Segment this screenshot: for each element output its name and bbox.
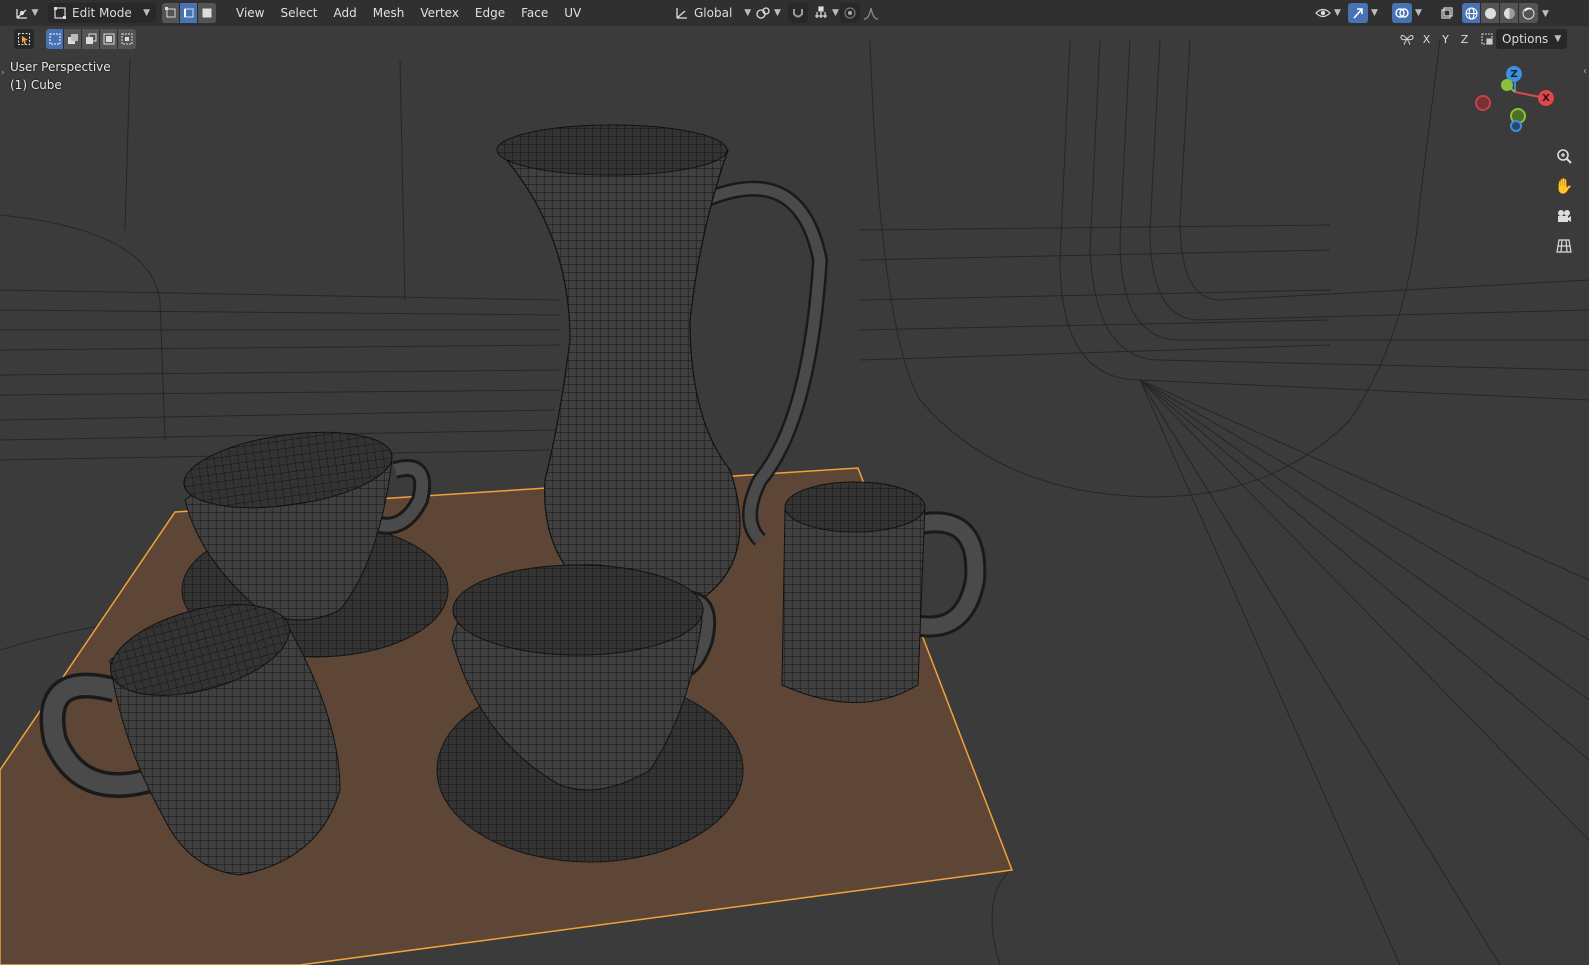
gizmo-y-axis[interactable]: [1501, 79, 1513, 91]
chevron-down-icon[interactable]: ▼: [1415, 8, 1422, 18]
chevron-down-icon: ▼: [31, 8, 39, 18]
options-dropdown[interactable]: Options ▼: [1496, 29, 1568, 49]
select-mode-group: [162, 3, 216, 23]
camera-icon[interactable]: [1551, 203, 1577, 229]
mug-right: [781, 481, 987, 703]
3d-viewport[interactable]: User Perspective (1) Cube › ‹ Z X ✋: [0, 0, 1589, 965]
chevron-down-icon: ▼: [744, 8, 752, 18]
sidebar-expand-arrow-icon[interactable]: ‹: [1583, 66, 1587, 77]
mirror-x-toggle[interactable]: X: [1418, 29, 1435, 49]
chevron-down-icon[interactable]: ▼: [1371, 8, 1378, 18]
menu-view[interactable]: View: [228, 3, 272, 23]
transform-orientation-selector[interactable]: Global ▼: [668, 3, 757, 23]
chevron-down-icon: ▼: [1554, 34, 1562, 44]
snap-target-selector[interactable]: ▼: [810, 3, 842, 23]
snap-magnet-icon: [793, 9, 803, 18]
falloff-selector[interactable]: [860, 3, 882, 23]
material-shading-icon[interactable]: [1500, 3, 1519, 23]
orientation-axes-icon: [676, 8, 687, 19]
selection-mode-group: [46, 29, 136, 49]
orientation-label: Global: [694, 6, 733, 20]
mode-label: Edit Mode: [72, 6, 132, 20]
viewport-scene: [0, 39, 1589, 965]
chevron-down-icon: ▼: [832, 8, 839, 18]
invert-selection-icon[interactable]: [100, 29, 118, 49]
toolbar-expand-arrow-icon[interactable]: ›: [1, 68, 5, 78]
xray-icon[interactable]: [1437, 3, 1457, 23]
gizmo-x-axis[interactable]: X: [1538, 90, 1554, 106]
shading-mode-group: [1462, 3, 1538, 23]
grid-ortho-icon[interactable]: [1551, 233, 1577, 259]
editor-type-selector[interactable]: ▼: [10, 3, 42, 23]
active-object-label: (1) Cube: [10, 78, 62, 92]
mode-selector[interactable]: Edit Mode ▼: [48, 3, 156, 23]
tool-settings-row: X Y Z Options ▼: [0, 26, 1589, 52]
gizmo-neg-z-axis[interactable]: [1510, 120, 1522, 132]
rendered-shading-icon[interactable]: [1519, 3, 1538, 23]
edit-mode-icon: [54, 7, 66, 19]
overlay-toggle-group: ▼: [1392, 3, 1422, 23]
proportional-edit-icon: [844, 7, 856, 19]
edge-select-icon[interactable]: [180, 3, 198, 23]
wireframe-shading-icon[interactable]: [1462, 3, 1481, 23]
gizmo-toggle-group: ▼: [1348, 3, 1378, 23]
select-box-icon[interactable]: [14, 29, 34, 49]
mirror-y-toggle[interactable]: Y: [1437, 29, 1454, 49]
intersect-selection-icon[interactable]: [118, 29, 136, 49]
3d-viewport-icon: [15, 9, 27, 19]
header-menu: View Select Add Mesh Vertex Edge Face UV: [228, 3, 589, 23]
options-label: Options: [1502, 32, 1549, 46]
menu-select[interactable]: Select: [272, 3, 325, 23]
viewport-header: ▼ Edit Mode ▼ View Select Add Mesh Verte…: [0, 0, 1589, 26]
topology-mirror-icon[interactable]: [1477, 29, 1497, 49]
pan-hand-icon[interactable]: ✋: [1551, 173, 1577, 199]
falloff-curve-icon: [863, 7, 879, 20]
mirror-axes-group: X Y Z: [1398, 29, 1497, 49]
vertex-select-icon[interactable]: [162, 3, 180, 23]
snap-toggle[interactable]: [788, 3, 808, 23]
view-name-label: User Perspective: [10, 60, 111, 74]
solid-shading-icon[interactable]: [1481, 3, 1500, 23]
extend-selection-icon[interactable]: [64, 29, 82, 49]
pivot-point-selector[interactable]: ▼: [752, 3, 784, 23]
zoom-icon[interactable]: [1551, 143, 1577, 169]
chevron-down-icon: ▼: [143, 8, 150, 18]
mirror-butterfly-icon: [1398, 29, 1416, 49]
mirror-z-toggle[interactable]: Z: [1456, 29, 1473, 49]
shading-options-chevron-icon[interactable]: ▼: [1542, 9, 1549, 19]
menu-mesh[interactable]: Mesh: [365, 3, 413, 23]
menu-face[interactable]: Face: [513, 3, 556, 23]
gizmo-arrow-icon[interactable]: [1348, 3, 1368, 23]
menu-uv[interactable]: UV: [556, 3, 589, 23]
menu-edge[interactable]: Edge: [467, 3, 513, 23]
chevron-down-icon: ▼: [1334, 8, 1341, 18]
menu-vertex[interactable]: Vertex: [412, 3, 467, 23]
eye-icon: [1315, 8, 1331, 18]
snap-increment-icon: [815, 6, 827, 18]
gizmo-neg-x-axis[interactable]: [1475, 95, 1491, 111]
proportional-edit-toggle[interactable]: [840, 3, 860, 23]
new-selection-icon[interactable]: [46, 29, 64, 49]
pivot-point-icon: [756, 7, 770, 19]
object-visibility-selector[interactable]: ▼: [1312, 3, 1344, 23]
chevron-down-icon: ▼: [774, 8, 781, 18]
navigation-gizmo[interactable]: Z X: [1470, 62, 1560, 137]
face-select-icon[interactable]: [198, 3, 216, 23]
overlay-circles-icon[interactable]: [1392, 3, 1412, 23]
menu-add[interactable]: Add: [326, 3, 365, 23]
subtract-selection-icon[interactable]: [82, 29, 100, 49]
